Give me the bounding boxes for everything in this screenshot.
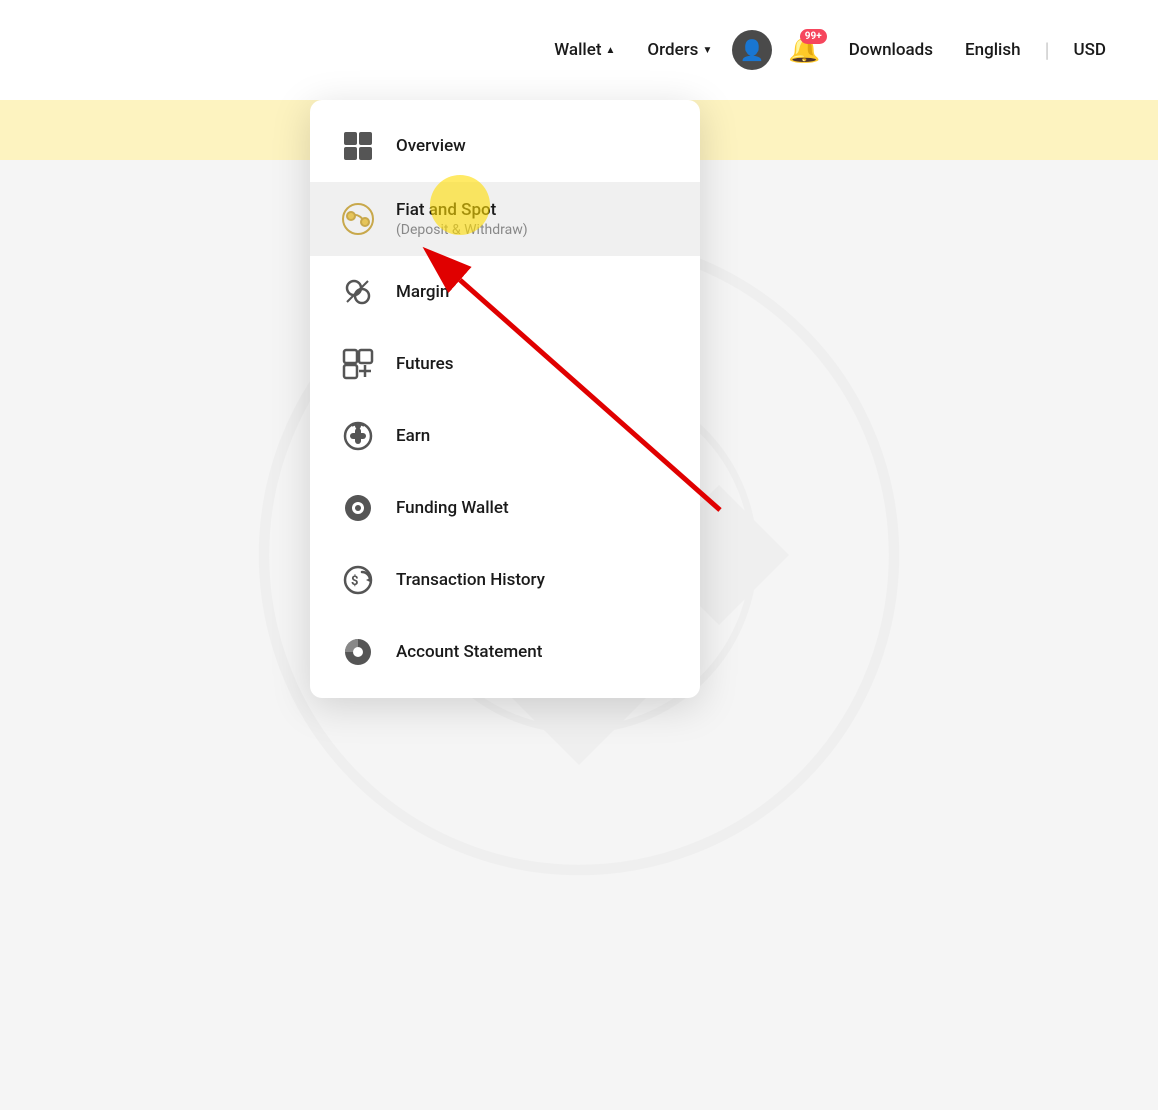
overview-icon <box>340 128 376 164</box>
margin-icon <box>340 274 376 310</box>
header: Wallet ▲ Orders ▼ 👤 🔔 99+ Downloads Engl… <box>0 0 1158 100</box>
english-label: English <box>965 40 1021 60</box>
futures-label: Futures <box>396 354 453 374</box>
usd-nav[interactable]: USD <box>1061 32 1118 68</box>
overview-label: Overview <box>396 136 466 156</box>
account-statement-label: Account Statement <box>396 642 542 662</box>
menu-item-earn[interactable]: Earn <box>310 400 700 472</box>
orders-label: Orders <box>647 40 698 60</box>
fiat-spot-sublabel: (Deposit & Withdraw) <box>396 222 528 238</box>
wallet-label: Wallet <box>554 40 601 60</box>
wallet-dropdown: Overview Fiat and Spot (Deposit & Withdr… <box>310 100 700 698</box>
margin-text: Margin <box>396 282 449 302</box>
transaction-text: Transaction History <box>396 570 545 590</box>
usd-label: USD <box>1073 40 1106 60</box>
transaction-icon: $ <box>340 562 376 598</box>
english-nav[interactable]: English <box>953 32 1033 68</box>
orders-nav[interactable]: Orders ▼ <box>635 32 724 68</box>
orders-arrow-icon: ▼ <box>702 45 712 56</box>
futures-icon <box>340 346 376 382</box>
fiat-spot-text: Fiat and Spot (Deposit & Withdraw) <box>396 200 528 238</box>
earn-text: Earn <box>396 426 430 446</box>
futures-text: Futures <box>396 354 453 374</box>
menu-item-funding[interactable]: Funding Wallet <box>310 472 700 544</box>
svg-text:$: $ <box>351 574 358 589</box>
earn-label: Earn <box>396 426 430 446</box>
account-statement-text: Account Statement <box>396 642 542 662</box>
notification-button[interactable]: 🔔 99+ <box>780 27 828 73</box>
funding-text: Funding Wallet <box>396 498 509 518</box>
funding-label: Funding Wallet <box>396 498 509 518</box>
profile-icon: 👤 <box>740 38 765 62</box>
wallet-arrow-icon: ▲ <box>606 45 616 56</box>
downloads-label: Downloads <box>849 40 933 60</box>
divider: | <box>1045 38 1050 62</box>
account-statement-icon <box>340 634 376 670</box>
menu-item-fiat-spot[interactable]: Fiat and Spot (Deposit & Withdraw) <box>310 182 700 256</box>
earn-icon <box>340 418 376 454</box>
profile-button[interactable]: 👤 <box>732 30 772 70</box>
downloads-nav[interactable]: Downloads <box>837 32 945 68</box>
notification-badge: 99+ <box>800 29 827 44</box>
transaction-label: Transaction History <box>396 570 545 590</box>
fiat-spot-label: Fiat and Spot <box>396 200 528 220</box>
wallet-nav[interactable]: Wallet ▲ <box>542 32 627 68</box>
overview-text: Overview <box>396 136 466 156</box>
margin-label: Margin <box>396 282 449 302</box>
funding-icon <box>340 490 376 526</box>
menu-item-futures[interactable]: Futures <box>310 328 700 400</box>
menu-item-margin[interactable]: Margin <box>310 256 700 328</box>
menu-item-overview[interactable]: Overview <box>310 110 700 182</box>
menu-item-transaction[interactable]: $ Transaction History <box>310 544 700 616</box>
menu-item-account-statement[interactable]: Account Statement <box>310 616 700 688</box>
fiat-icon <box>340 201 376 237</box>
